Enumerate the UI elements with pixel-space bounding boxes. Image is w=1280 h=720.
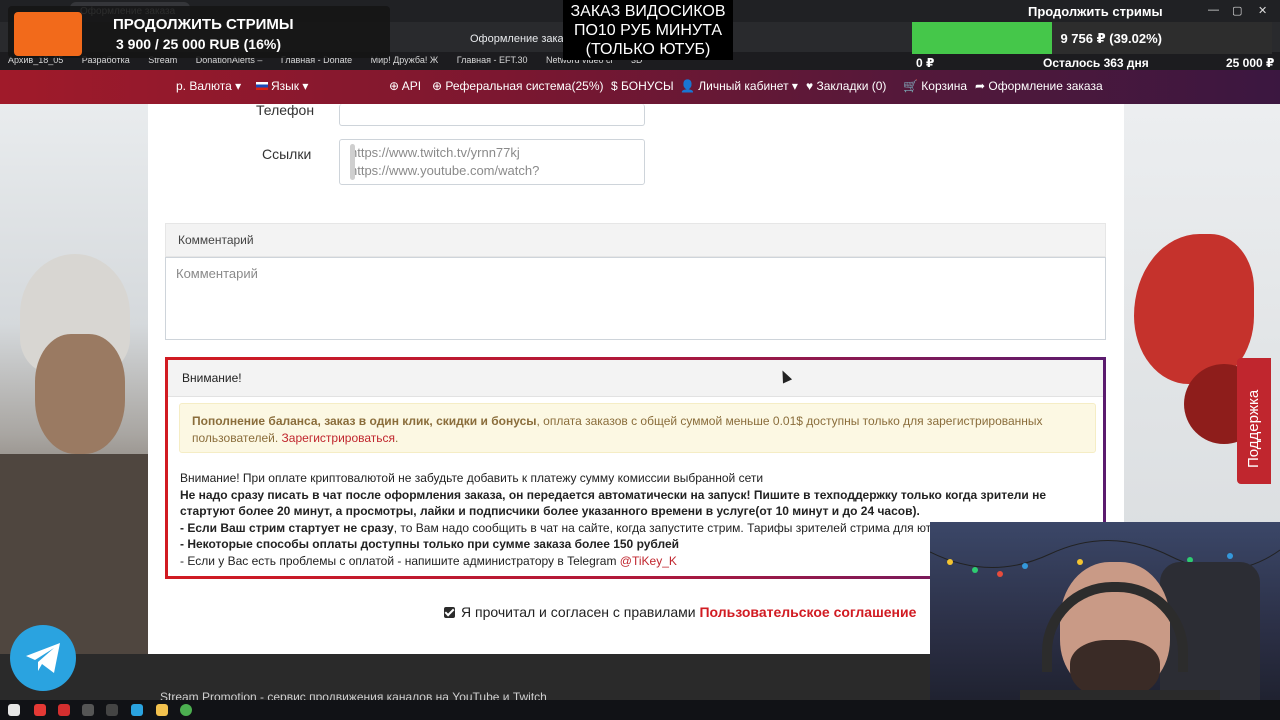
phone-label: Телефон [256, 102, 315, 118]
app-icon[interactable] [82, 704, 94, 716]
chrome-icon[interactable] [180, 704, 192, 716]
cart-icon: 🛒 [903, 79, 918, 93]
stream-banner: ЗАКАЗ ВИДОСИКОВ ПО10 РУБ МИНУТА (ТОЛЬКО … [563, 0, 733, 60]
attention-line-text: - Если у Вас есть проблемы с оплатой - н… [180, 553, 617, 568]
bookmark-item[interactable]: Главная - EFT.30 [449, 52, 536, 65]
attention-line-rest: , то Вам надо сообщить в чат на сайте, к… [393, 520, 951, 535]
address-text: Оформление заказа [470, 33, 575, 45]
nav-cart[interactable]: 🛒 Корзина [903, 79, 967, 93]
overlay-thumbnail [14, 12, 82, 56]
telegram-taskbar-icon[interactable] [131, 704, 143, 716]
nav-referral[interactable]: ⊕ Реферальная система(25%) [432, 79, 604, 93]
links-label: Ссылки [262, 146, 312, 162]
warning-bold: Пополнение баланса, заказ в один клик, с… [192, 414, 537, 428]
goal-progress-fill [912, 22, 1053, 54]
goal-progress-bar: 9 756 ₽ (39.02%) [912, 22, 1272, 54]
agreement-row[interactable]: Я прочитал и согласен с правилами Пользо… [444, 604, 916, 620]
user-icon: 👤 [680, 79, 695, 93]
attention-title: Внимание! [168, 360, 1103, 397]
start-icon[interactable] [8, 704, 20, 716]
links-line: https://www.youtube.com/watch? [350, 163, 540, 178]
textarea-scrollbar[interactable] [350, 144, 355, 180]
app-icon[interactable] [106, 704, 118, 716]
goal-max: 25 000 ₽ [1226, 56, 1275, 70]
goal-remaining: Осталось 363 дня [1043, 56, 1149, 70]
links-textarea[interactable]: https://www.twitch.tv/yrnn77kj https://w… [339, 139, 645, 185]
goal-min: 0 ₽ [916, 56, 935, 70]
nav-checkout[interactable]: ➦ Оформление заказа [975, 79, 1103, 93]
art-character-coat [0, 454, 148, 654]
register-link[interactable]: Зарегистрироваться [282, 431, 395, 445]
attention-line-bold: Не надо сразу писать в чат после оформле… [180, 487, 1047, 519]
telegram-button[interactable] [10, 625, 76, 691]
goal-progress-label: 9 756 ₽ (39.02%) [1060, 31, 1162, 46]
warning-period: . [395, 431, 399, 445]
left-background-art [0, 104, 148, 654]
telegram-icon [26, 643, 60, 673]
site-navigation: р. Валюта ▾ Язык ▾ ⊕ API ⊕ Реферальная с… [0, 70, 1280, 104]
agreement-text: Я прочитал и согласен с правилами [461, 604, 696, 620]
nav-language[interactable]: Язык ▾ [256, 79, 308, 93]
user-agreement-link[interactable]: Пользовательское соглашение [699, 604, 916, 620]
art-character-face [35, 334, 125, 454]
stream-goal-overlay: ПРОДОЛЖИТЬ СТРИМЫ 3 900 / 25 000 RUB (16… [8, 6, 390, 58]
art-red-hair [1134, 234, 1254, 384]
support-label: Поддержка [1245, 389, 1262, 468]
nav-cart-label: Корзина [921, 79, 968, 93]
attention-line-bold-part: - Если Ваш стрим стартует не сразу [180, 520, 394, 535]
flag-icon [256, 82, 268, 90]
yandex-icon[interactable] [58, 704, 70, 716]
minimize-icon[interactable]: — [1208, 4, 1219, 16]
nav-language-label: Язык ▾ [271, 79, 309, 93]
nav-cabinet[interactable]: 👤 Личный кабинет ▾ [680, 79, 798, 93]
close-icon[interactable]: ✕ [1258, 4, 1267, 17]
nav-currency[interactable]: р. Валюта ▾ [176, 79, 241, 93]
windows-taskbar [0, 700, 1280, 720]
links-line: https://www.twitch.tv/yrnn77kj [350, 145, 520, 160]
attention-line: Внимание! При оплате криптовалютой не за… [180, 471, 764, 485]
maximize-icon[interactable]: ▢ [1232, 4, 1242, 17]
goal-title: Продолжить стримы [1028, 4, 1163, 19]
nav-cabinet-label: Личный кабинет ▾ [698, 79, 798, 93]
agreement-checkbox[interactable] [444, 607, 455, 618]
webcam-overlay [930, 522, 1280, 720]
registration-warning: Пополнение баланса, заказ в один клик, с… [179, 403, 1096, 453]
comment-textarea[interactable]: Комментарий [165, 257, 1106, 340]
overlay-amount: 3 900 / 25 000 RUB (16%) [116, 36, 281, 52]
overlay-title: ПРОДОЛЖИТЬ СТРИМЫ [113, 16, 294, 33]
nav-api[interactable]: ⊕ API [389, 79, 421, 93]
nav-bookmarks[interactable]: ♥ Закладки (0) [806, 79, 886, 93]
share-icon: ➦ [975, 79, 986, 93]
comment-header: Комментарий [165, 223, 1106, 257]
phone-input[interactable] [339, 104, 645, 126]
yandex-browser-icon[interactable] [34, 704, 46, 716]
nav-bonuses[interactable]: $ БОНУСЫ [611, 79, 674, 93]
support-tab[interactable]: Поддержка [1237, 358, 1271, 484]
telegram-admin-link[interactable]: @TiKey_K [620, 554, 677, 568]
nav-checkout-label: Оформление заказа [988, 79, 1103, 93]
folder-icon[interactable] [156, 704, 168, 716]
